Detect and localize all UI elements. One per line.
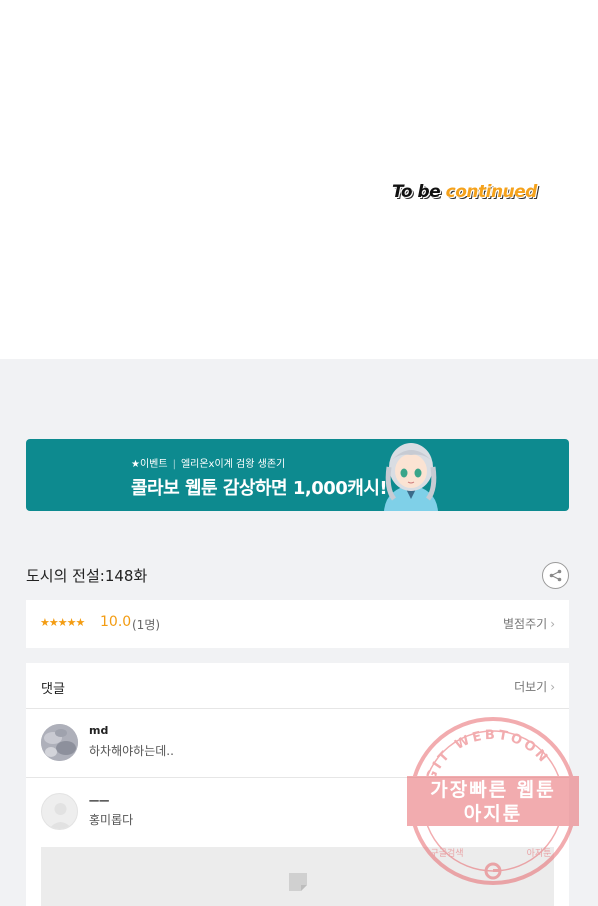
- webtoon-viewer-end: To be continued: [0, 0, 598, 359]
- comment-text: 홍미롭다: [89, 813, 134, 827]
- event-banner[interactable]: ★이벤트 | 엘리온x이계 검왕 생존기 콜라보 웹툰 감상하면 1,000캐시!: [26, 439, 569, 511]
- rating-score: 10.0: [100, 614, 132, 630]
- anime-character-icon: [384, 443, 438, 511]
- episode-title: 도시의 전설:148화: [26, 567, 148, 585]
- rating-stars: ★★★★★: [40, 616, 85, 629]
- share-button[interactable]: [542, 562, 569, 589]
- comment-text: 하차해야하는데..: [89, 744, 174, 758]
- svg-text:아지툰: 아지툰: [527, 848, 552, 859]
- rate-button[interactable]: 별점주기 ›: [503, 615, 555, 632]
- chevron-right-icon: ›: [550, 680, 555, 694]
- comments-title: 댓글: [41, 682, 65, 697]
- avatar[interactable]: [41, 793, 78, 830]
- rating-panel: ★★★★★ 10.0 (1명) 별점주기 ›: [26, 600, 569, 648]
- avatar[interactable]: [41, 724, 78, 761]
- share-icon: [549, 569, 562, 582]
- banner-subtitle: ★이벤트 | 엘리온x이계 검왕 생존기: [131, 459, 286, 470]
- svg-text:아지툰: 아지툰: [464, 803, 522, 825]
- chevron-right-icon: ›: [550, 617, 555, 631]
- image-placeholder-icon: [289, 873, 307, 891]
- comment-author: ㅡㅡ: [89, 795, 110, 808]
- comments-more-button[interactable]: 더보기 ›: [514, 678, 555, 695]
- svg-text:구글검색: 구글검색: [430, 847, 463, 859]
- comments-header: 댓글 더보기 ›: [26, 663, 569, 709]
- banner-headline: 콜라보 웹툰 감상하면 1,000캐시!: [131, 478, 388, 499]
- svg-text:가장빠른 웹툰: 가장빠른 웹툰: [430, 779, 556, 801]
- comment-author: md: [89, 724, 109, 737]
- watermark-stamp: AGIT WEBTOON 가장빠른 웹툰 아지툰 구글검색 아지툰: [407, 717, 579, 885]
- rating-count: (1명): [132, 618, 161, 632]
- to-be-continued-text: To be continued: [392, 182, 537, 202]
